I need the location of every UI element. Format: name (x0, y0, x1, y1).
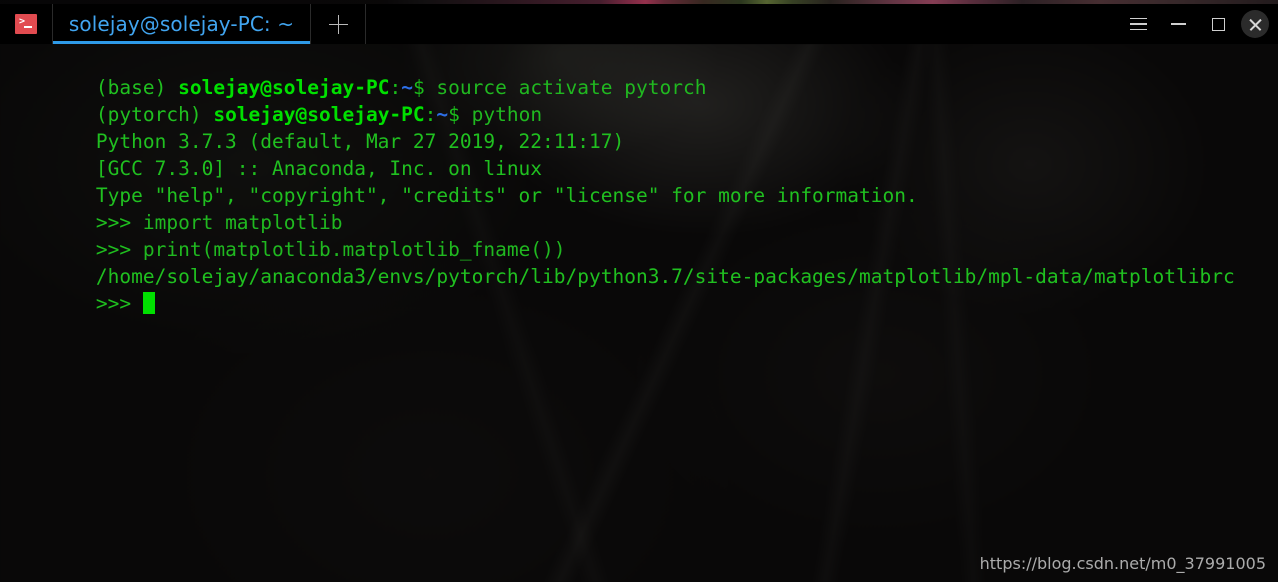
plus-icon (328, 14, 348, 34)
maximize-button[interactable] (1198, 4, 1238, 44)
tab-title: solejay@solejay-PC: ~ (68, 12, 295, 36)
command-text: python (471, 103, 543, 126)
maximize-icon (1211, 17, 1225, 31)
terminal-line: (base) solejay@solejay-PC:~$ source acti… (2, 47, 1278, 99)
new-tab-button[interactable] (311, 4, 366, 44)
minimize-icon (1170, 23, 1186, 25)
output-text: Python 3.7.3 (default, Mar 27 2019, 22:1… (95, 130, 625, 153)
terminal-screen: (base) solejay@solejay-PC:~$ source acti… (0, 44, 1278, 582)
close-button-circle (1241, 10, 1269, 38)
output-text: [GCC 7.3.0] :: Anaconda, Inc. on linux (95, 157, 543, 180)
tab-solejay-pc[interactable]: solejay@solejay-PC: ~ (53, 4, 311, 44)
prompt-colon: : (424, 103, 437, 126)
tab-strip: > solejay@solejay-PC: ~ (0, 4, 366, 44)
python-input: print(matplotlib.matplotlib_fname()) (142, 238, 566, 261)
python-input: import matplotlib (142, 211, 343, 234)
desktop-wallpaper-sliver (0, 0, 1278, 4)
app-icon-underscore (24, 26, 32, 28)
user-host: solejay@solejay-PC (178, 76, 390, 99)
output-path: /home/solejay/anaconda3/envs/pytorch/lib… (95, 265, 1235, 288)
terminal-body[interactable]: (base) solejay@solejay-PC:~$ source acti… (0, 44, 1278, 582)
menu-button[interactable] (1118, 4, 1158, 44)
tab-active-underline (53, 41, 310, 44)
venv-name: (base) (95, 76, 179, 99)
prompt-colon: : (389, 76, 402, 99)
minimize-button[interactable] (1158, 4, 1198, 44)
venv-name: (pytorch) (95, 103, 214, 126)
hamburger-menu-icon (1129, 17, 1147, 31)
app-icon-cell: > (0, 4, 53, 44)
watermark: https://blog.csdn.net/m0_37991005 (979, 554, 1266, 573)
output-text: Type "help", "copyright", "credits" or "… (95, 184, 918, 207)
python-prompt: >>> (95, 238, 143, 261)
close-icon (1249, 18, 1262, 31)
prompt-cwd: ~ (436, 103, 449, 126)
terminal-window: > solejay@solejay-PC: ~ (base) solejay@s… (0, 0, 1278, 582)
prompt-dollar: $ (412, 76, 437, 99)
prompt-dollar: $ (448, 103, 472, 126)
title-bar: > solejay@solejay-PC: ~ (0, 4, 1278, 44)
user-host: solejay@solejay-PC (213, 103, 425, 126)
close-button[interactable] (1238, 4, 1278, 44)
prompt-cwd: ~ (401, 76, 413, 99)
python-prompt: >>> (95, 292, 143, 315)
text-cursor (142, 292, 155, 314)
window-controls (1118, 4, 1278, 44)
python-prompt: >>> (95, 211, 143, 234)
command-text: source activate pytorch (436, 76, 707, 99)
terminal-prompt-icon: > (15, 14, 37, 34)
